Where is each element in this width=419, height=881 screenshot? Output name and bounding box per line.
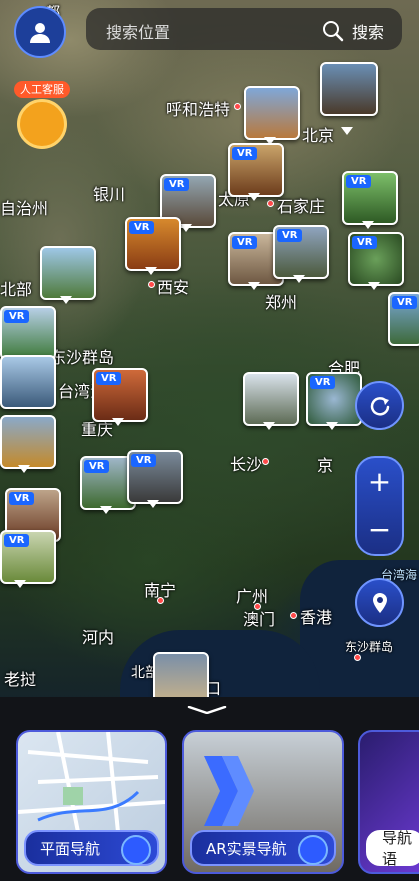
city-label: 石家庄	[277, 197, 326, 216]
city-dot	[234, 103, 241, 110]
flat-navigation-card[interactable]: 平面导航	[16, 730, 167, 874]
customer-service-label: 人工客服	[14, 81, 70, 98]
scenic-pin[interactable]: VR	[0, 530, 56, 584]
city-label: 东沙群岛	[50, 348, 115, 367]
scenic-pin[interactable]	[40, 246, 96, 300]
pin-pointer	[326, 422, 338, 430]
ar-navigation-button[interactable]: AR实景导航	[190, 830, 336, 866]
voice-navigation-label: 导航语	[382, 829, 413, 868]
pin-pointer	[362, 221, 374, 229]
pin-pointer	[147, 500, 159, 508]
pin-pointer	[368, 282, 380, 290]
city-label: 呼和浩特	[166, 100, 231, 119]
compass-icon	[298, 835, 328, 865]
city-label: 东沙群岛	[345, 640, 394, 654]
customer-service-button[interactable]: 人工客服	[14, 78, 70, 149]
pin-pointer	[248, 282, 260, 290]
chevron-down-icon[interactable]	[187, 706, 227, 714]
search-button[interactable]: 搜索	[322, 19, 384, 43]
city-label: 长沙	[230, 455, 263, 474]
scenic-pin[interactable]: VR	[125, 217, 181, 271]
city-label: 银川	[93, 185, 126, 204]
pin-pointer	[263, 422, 275, 430]
search-input[interactable]: 搜索位置	[106, 19, 170, 43]
user-icon	[30, 23, 50, 43]
city-dot	[148, 281, 155, 288]
search-bar[interactable]: 搜索位置 搜索	[86, 8, 402, 50]
voice-navigation-card[interactable]: 导航语	[358, 730, 419, 874]
zoom-out-button[interactable]: −	[368, 516, 391, 544]
flat-navigation-button[interactable]: 平面导航	[24, 830, 159, 866]
pin-pointer	[18, 465, 30, 473]
city-label: 北部	[0, 280, 33, 299]
city-label: 澳门	[243, 610, 276, 629]
city-label: 广州	[236, 587, 269, 606]
city-dot	[267, 200, 274, 207]
scenic-pin[interactable]: VR	[342, 171, 398, 225]
city-label: 老挝	[4, 670, 37, 689]
scenic-pin[interactable]: VR	[127, 450, 183, 504]
voice-navigation-button[interactable]: 导航语	[366, 829, 419, 868]
pin-pointer	[180, 224, 192, 232]
location-pin-icon	[372, 592, 387, 613]
scenic-pin[interactable]	[0, 415, 56, 469]
city-dot	[262, 458, 269, 465]
city-label: 西安	[157, 278, 190, 297]
ar-arrows-icon	[204, 756, 254, 826]
scenic-pin[interactable]: VR	[306, 372, 362, 426]
scenic-pin[interactable]	[0, 355, 56, 409]
pin-pointer	[112, 418, 124, 426]
scenic-pin[interactable]: VR	[92, 368, 148, 422]
search-icon	[322, 21, 344, 42]
headset-icon	[17, 99, 67, 149]
ar-navigation-label: AR实景导航	[206, 839, 287, 858]
zoom-in-button[interactable]: +	[368, 468, 391, 496]
refresh-icon	[370, 396, 389, 416]
city-dot	[290, 612, 297, 619]
scenic-pin[interactable]: VR	[273, 225, 329, 279]
flat-navigation-label: 平面导航	[40, 839, 101, 858]
city-dot	[157, 597, 164, 604]
city-label: 香港	[300, 608, 333, 627]
scenic-pin[interactable]	[244, 86, 300, 140]
pin-pointer	[248, 193, 260, 201]
search-button-label: 搜索	[351, 23, 384, 42]
city-label: 河内	[82, 628, 115, 647]
scenic-pin[interactable]	[153, 652, 209, 700]
pin-pointer	[60, 296, 72, 304]
refresh-button[interactable]	[355, 381, 404, 430]
city-dot	[354, 654, 361, 661]
locate-button[interactable]	[355, 578, 404, 627]
pin-pointer	[341, 127, 353, 135]
scenic-pin[interactable]: VR	[0, 306, 56, 360]
scenic-pin[interactable]: VR	[228, 143, 284, 197]
pin-pointer	[100, 506, 112, 514]
scenic-pin[interactable]: VR	[348, 232, 404, 286]
city-label: 郑州	[265, 293, 298, 312]
map-thumbnail	[18, 732, 165, 832]
navigation-icon	[121, 835, 151, 865]
pin-pointer	[145, 267, 157, 275]
pin-pointer	[14, 580, 26, 588]
user-avatar[interactable]	[14, 6, 66, 58]
city-label: 北京	[302, 126, 335, 145]
scenic-pin[interactable]: VR	[388, 292, 419, 346]
ar-navigation-card[interactable]: AR实景导航	[182, 730, 344, 874]
pin-pointer	[293, 275, 305, 283]
scenic-pin[interactable]	[243, 372, 299, 426]
city-label: 自治州	[0, 199, 49, 218]
city-label: 京	[317, 456, 334, 475]
scenic-pin[interactable]	[320, 62, 378, 116]
zoom-controls: + −	[355, 456, 404, 556]
